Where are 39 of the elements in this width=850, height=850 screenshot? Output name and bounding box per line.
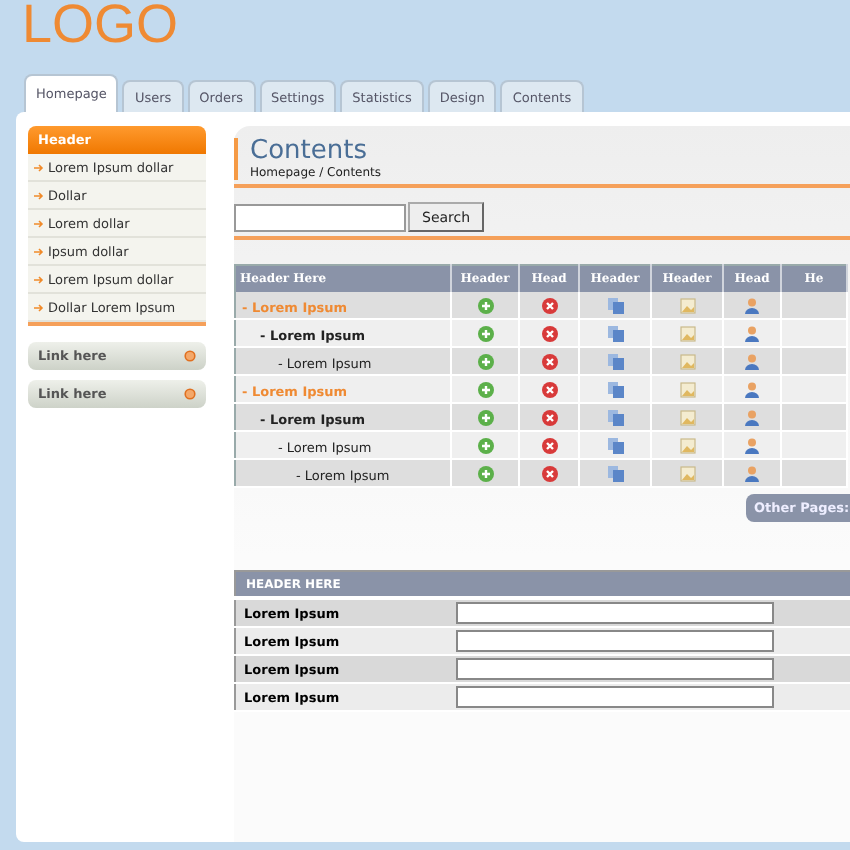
page-title: Contents — [250, 138, 369, 166]
delete-icon[interactable] — [541, 437, 557, 454]
arrow-icon — [34, 303, 44, 311]
image-icon[interactable] — [679, 381, 695, 398]
input-field[interactable] — [456, 686, 775, 708]
delete-icon[interactable] — [541, 465, 557, 482]
bullet-icon — [184, 388, 196, 400]
delete-icon[interactable] — [541, 353, 557, 370]
delete-icon[interactable] — [541, 409, 557, 426]
image-icon[interactable] — [679, 437, 695, 454]
input-field[interactable] — [456, 658, 775, 680]
logo: LOGO — [20, 0, 181, 58]
delete-icon[interactable] — [541, 297, 557, 314]
add-icon[interactable] — [477, 381, 493, 398]
user-icon[interactable] — [744, 325, 760, 342]
input-field[interactable] — [456, 630, 775, 652]
search-field[interactable] — [234, 203, 406, 231]
user-icon[interactable] — [744, 409, 760, 426]
bullet-icon — [184, 350, 196, 362]
delete-icon[interactable] — [541, 325, 557, 342]
delete-icon[interactable] — [541, 381, 557, 398]
arrow-icon — [34, 247, 44, 255]
add-icon[interactable] — [477, 465, 493, 482]
image-icon[interactable] — [679, 325, 695, 342]
user-icon[interactable] — [744, 381, 760, 398]
add-icon[interactable] — [477, 325, 493, 342]
arrow-icon — [34, 275, 44, 283]
input-field[interactable] — [456, 602, 775, 624]
arrow-icon — [34, 191, 44, 199]
add-icon[interactable] — [477, 409, 493, 426]
arrow-icon — [34, 219, 44, 227]
user-icon[interactable] — [744, 465, 760, 482]
arrow-icon — [34, 163, 44, 171]
add-icon[interactable] — [477, 437, 493, 454]
user-icon[interactable] — [744, 437, 760, 454]
add-icon[interactable] — [477, 297, 493, 314]
add-icon[interactable] — [477, 353, 493, 370]
user-icon[interactable] — [744, 353, 760, 370]
user-icon[interactable] — [744, 297, 760, 314]
